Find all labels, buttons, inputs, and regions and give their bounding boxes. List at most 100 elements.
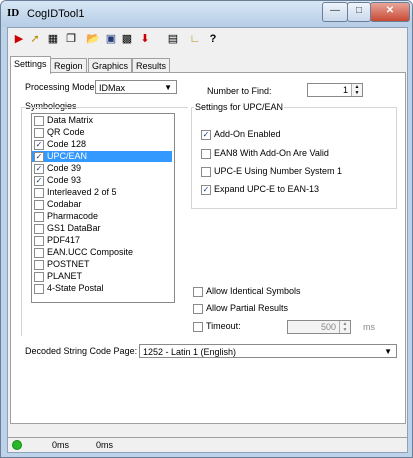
checkbox-box[interactable] — [34, 271, 44, 282]
tab-graphics[interactable]: Graphics — [88, 58, 133, 73]
checkbox-box[interactable] — [34, 235, 44, 246]
checkbox-box[interactable] — [34, 247, 44, 258]
checkbox-box[interactable]: ✓ — [34, 151, 44, 162]
allow-partial-checkbox[interactable]: Allow Partial Results — [193, 303, 288, 314]
copy-icon[interactable]: ❐ — [64, 32, 78, 46]
checkbox-box — [193, 321, 203, 332]
import-icon[interactable]: ⬇ — [138, 32, 152, 46]
list-item[interactable]: GS1 DataBar — [32, 223, 172, 234]
checkbox-box: ✓ — [201, 184, 211, 195]
chevron-down-icon: ▼ — [384, 347, 392, 356]
checkbox-box[interactable]: ✓ — [34, 163, 44, 174]
app-icon: ID — [7, 7, 20, 19]
number-to-find-spinner[interactable]: 1 ▲ ▼ — [307, 83, 363, 97]
checkbox-box[interactable]: ✓ — [34, 175, 44, 186]
checkbox-box[interactable] — [34, 283, 44, 294]
spinner-arrows-icon[interactable]: ▲ ▼ — [339, 321, 350, 333]
symbologies-list[interactable]: Data Matrix QR Code ✓ Code 128 ✓ UPC/EAN ✓ Code… — [31, 113, 175, 303]
list-item-label: Codabar — [47, 199, 82, 210]
status-time-2: 0ms — [96, 440, 114, 450]
list-item-label: Data Matrix — [47, 115, 94, 126]
wand-icon[interactable]: ➚ — [28, 32, 42, 46]
app-window: ID CogIDTool1 — □ ✕ ▶ ➚ ▦ ❐ 📂 ▣ ▩ ⬇ ▤ ∟ … — [0, 0, 413, 458]
checkbox-box[interactable] — [34, 199, 44, 210]
processing-mode-label: Processing Mode: — [25, 82, 98, 92]
toolbar: ▶ ➚ ▦ ❐ 📂 ▣ ▩ ⬇ ▤ ∟ ? — [8, 28, 407, 52]
upc-settings-title: Settings for UPC/EAN — [194, 102, 285, 112]
upc-option-label: UPC-E Using Number System 1 — [214, 166, 343, 176]
checkbox-box[interactable] — [34, 127, 44, 138]
upc-option-checkbox[interactable]: ✓ Add-On Enabled — [201, 129, 281, 140]
checkbox-box[interactable] — [34, 187, 44, 198]
list-item[interactable]: ✓ Code 39 — [32, 163, 172, 174]
list-item[interactable]: PDF417 — [32, 235, 172, 246]
timeout-unit: ms — [363, 322, 375, 332]
code-page-select[interactable]: 1252 - Latin 1 (English) ▼ — [139, 344, 397, 358]
tab-results[interactable]: Results — [132, 58, 171, 73]
checkbox-box — [201, 148, 211, 159]
list-item-label: EAN.UCC Composite — [47, 247, 134, 258]
timeout-value: 500 — [320, 322, 336, 332]
list-item[interactable]: Interleaved 2 of 5 — [32, 187, 172, 198]
status-bar: 0ms 0ms — [8, 437, 407, 452]
list-item-label: GS1 DataBar — [47, 223, 101, 234]
upc-option-checkbox[interactable]: ✓ Expand UPC-E to EAN-13 — [201, 184, 319, 195]
list-item[interactable]: Pharmacode — [32, 211, 172, 222]
list-item[interactable]: QR Code — [32, 127, 172, 138]
upc-option-checkbox[interactable]: EAN8 With Add-On Are Valid — [201, 148, 329, 159]
list-item[interactable]: 4-State Postal — [32, 283, 172, 294]
list-item[interactable]: PLANET — [32, 271, 172, 282]
allow-identical-label: Allow Identical Symbols — [206, 286, 301, 296]
list-item-label: Code 93 — [47, 175, 82, 186]
checkbox-box[interactable] — [34, 211, 44, 222]
window-title: CogIDTool1 — [27, 8, 85, 20]
processing-mode-select[interactable]: IDMax ▼ — [95, 80, 177, 94]
list-item[interactable]: Data Matrix — [32, 115, 172, 126]
allow-partial-label: Allow Partial Results — [206, 303, 289, 313]
list-item[interactable]: POSTNET — [32, 259, 172, 270]
checkbox-box[interactable]: ✓ — [34, 139, 44, 150]
open-folder-icon[interactable]: 📂 — [86, 32, 100, 46]
list-item-label: PDF417 — [47, 235, 81, 246]
list-item-label: Code 39 — [47, 163, 82, 174]
number-to-find-label: Number to Find: — [207, 86, 272, 96]
upc-option-checkbox[interactable]: UPC-E Using Number System 1 — [201, 166, 342, 177]
list-item[interactable]: Codabar — [32, 199, 172, 210]
tab-region[interactable]: Region — [50, 58, 87, 73]
upc-option-label: Expand UPC-E to EAN-13 — [214, 184, 320, 194]
list-item-label: Code 128 — [47, 139, 87, 150]
play-icon[interactable]: ▶ — [12, 32, 26, 46]
save-icon[interactable]: ▣ — [104, 32, 118, 46]
spinner-arrows-icon[interactable]: ▲ ▼ — [351, 84, 362, 96]
checkbox-box[interactable] — [34, 259, 44, 270]
close-button[interactable]: ✕ — [370, 2, 410, 22]
list-item[interactable]: EAN.UCC Composite — [32, 247, 172, 258]
checkbox-box — [201, 166, 211, 177]
barcode-icon[interactable]: ▦ — [46, 32, 60, 46]
list-item-label: Pharmacode — [47, 211, 99, 222]
timeout-spinner[interactable]: 500 ▲ ▼ — [287, 320, 351, 334]
chart-icon[interactable]: ∟ — [188, 32, 202, 46]
allow-identical-checkbox[interactable]: Allow Identical Symbols — [193, 286, 301, 297]
checkbox-box — [193, 286, 203, 297]
code-page-label: Decoded String Code Page: — [25, 346, 138, 356]
checkbox-box[interactable] — [34, 223, 44, 234]
tab-settings[interactable]: Settings — [10, 56, 51, 74]
list-item[interactable]: ✓ Code 93 — [32, 175, 172, 186]
list-item-label: Interleaved 2 of 5 — [47, 187, 117, 198]
maximize-button[interactable]: □ — [347, 2, 371, 22]
checkbox-box[interactable] — [34, 115, 44, 126]
minimize-button[interactable]: — — [322, 2, 348, 22]
list-item[interactable]: ✓ Code 128 — [32, 139, 172, 150]
image-icon[interactable]: ▤ — [166, 32, 180, 46]
help-icon[interactable]: ? — [206, 32, 220, 46]
list-item-label: UPC/EAN — [47, 151, 88, 162]
list-item[interactable]: ✓ UPC/EAN — [32, 151, 172, 162]
title-bar: ID CogIDTool1 — □ ✕ — [1, 1, 412, 27]
status-time-1: 0ms — [52, 440, 70, 450]
config-icon[interactable]: ▩ — [120, 32, 134, 46]
timeout-checkbox[interactable]: Timeout: — [193, 321, 241, 332]
chevron-down-icon: ▼ — [164, 83, 172, 92]
client-area: ▶ ➚ ▦ ❐ 📂 ▣ ▩ ⬇ ▤ ∟ ? Settings Region Gr… — [7, 27, 408, 453]
checkbox-box: ✓ — [201, 129, 211, 140]
